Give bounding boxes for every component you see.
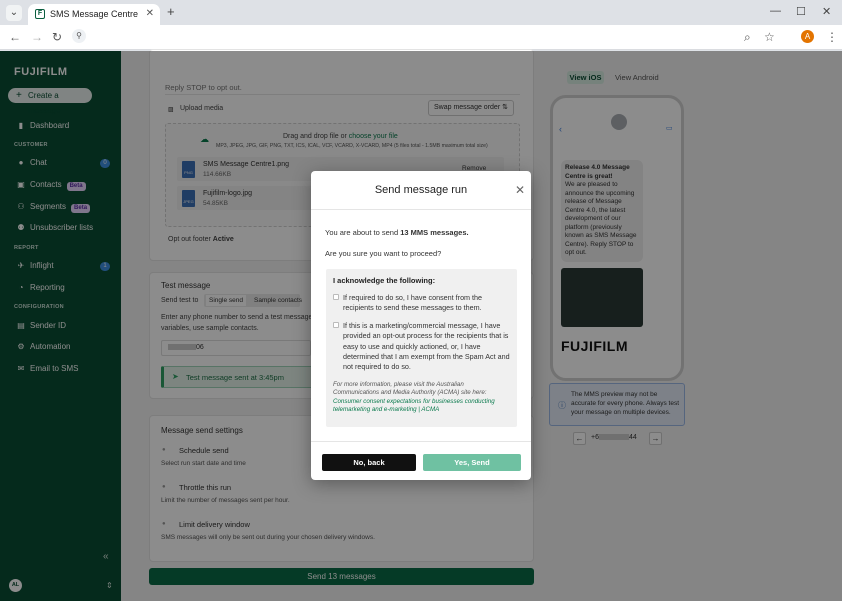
forward-arrow-icon[interactable]: → — [31, 30, 43, 44]
acma-info-text: For more information, please visit the A… — [333, 381, 487, 397]
modal-intro: You are about to send 13 MMS messages. — [325, 228, 469, 237]
acma-info: For more information, please visit the A… — [333, 381, 511, 414]
bookmark-star-icon[interactable]: ☆ — [764, 30, 775, 44]
ack-title: I acknowledge the following: — [333, 276, 436, 285]
browser-tab[interactable]: F SMS Message Centre ✕ — [28, 4, 160, 25]
close-icon[interactable]: ✕ — [515, 183, 525, 197]
window-close-icon[interactable]: ✕ — [822, 5, 831, 18]
fujifilm-favicon-icon: F — [35, 9, 45, 19]
ack-optout-text: If this is a marketing/commercial messag… — [343, 321, 510, 372]
browser-menu-icon[interactable]: ⋮ — [826, 30, 838, 44]
yes-send-button[interactable]: Yes, Send — [423, 454, 521, 471]
new-tab-icon[interactable]: + — [167, 5, 175, 19]
zoom-icon[interactable]: ⌕ — [744, 30, 751, 44]
minimize-icon[interactable]: — — [770, 5, 781, 17]
modal-title: Send message run — [374, 184, 468, 196]
modal-question: Are you sure you want to proceed? — [325, 249, 442, 258]
optout-checkbox[interactable] — [333, 322, 339, 328]
no-back-button[interactable]: No, back — [322, 454, 416, 471]
profile-avatar[interactable]: A — [801, 30, 814, 43]
acma-link[interactable]: Consumer consent expectations for busine… — [333, 398, 495, 413]
consent-checkbox[interactable] — [333, 294, 339, 300]
back-arrow-icon[interactable]: ← — [9, 30, 21, 44]
reload-icon[interactable]: ↻ — [52, 30, 62, 44]
browser-toolbar: ← → ↻ ⚲ ⌕ ☆ A ⋮ — [0, 25, 842, 50]
site-settings-icon[interactable]: ⚲ — [72, 29, 86, 43]
tab-close-icon[interactable]: ✕ — [146, 8, 154, 19]
modal-divider — [311, 209, 531, 210]
tab-search-chevron-icon[interactable]: ⌄ — [6, 5, 22, 21]
browser-tabbar: ⌄ F SMS Message Centre ✕ + — ☐ ✕ — [0, 0, 842, 25]
ack-consent-text: If required to do so, I have consent fro… — [343, 293, 483, 313]
modal-divider — [311, 441, 531, 442]
tab-title: SMS Message Centre — [50, 9, 139, 19]
maximize-icon[interactable]: ☐ — [796, 5, 806, 18]
acknowledgement-box: I acknowledge the following: If required… — [326, 269, 517, 427]
message-count: 13 MMS messages. — [400, 228, 469, 237]
send-confirm-modal: Send message run ✕ You are about to send… — [311, 171, 531, 480]
